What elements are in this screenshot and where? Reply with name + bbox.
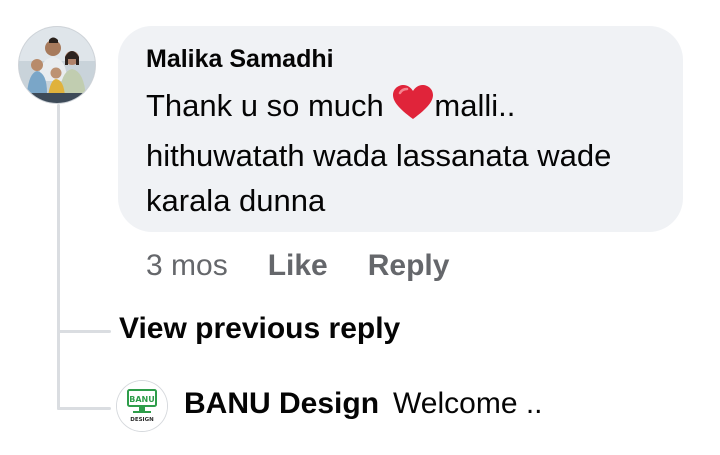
thread-line [57, 104, 60, 410]
reply-author-avatar[interactable]: BANU DESIGN [117, 381, 167, 431]
comment-actions: 3 mos Like Reply [146, 246, 489, 286]
commenter-avatar[interactable] [19, 27, 95, 103]
banu-design-logo-icon: BANU DESIGN [117, 381, 167, 431]
thread-connector [57, 330, 111, 333]
comment-author-name[interactable]: Malika Samadhi [146, 45, 334, 74]
comment-timestamp[interactable]: 3 mos [146, 249, 228, 283]
reply-button[interactable]: Reply [368, 249, 450, 283]
view-previous-reply-link[interactable]: View previous reply [119, 312, 400, 346]
like-button[interactable]: Like [268, 249, 328, 283]
logo-text-top: BANU [129, 395, 154, 404]
comment-text-start: Thank u so much [146, 88, 393, 123]
reply-author-name[interactable]: BANU Design [184, 387, 379, 420]
logo-text-bottom: DESIGN [130, 417, 154, 423]
comment-text: Thank u so much malli.. hithuwatath wada… [146, 83, 671, 223]
red-heart-icon [392, 85, 434, 133]
reply-preview[interactable]: BANU Design Welcome .. [184, 387, 543, 421]
reply-text: Welcome .. [393, 387, 543, 420]
thread-connector [57, 407, 111, 410]
family-photo-icon [19, 27, 95, 103]
